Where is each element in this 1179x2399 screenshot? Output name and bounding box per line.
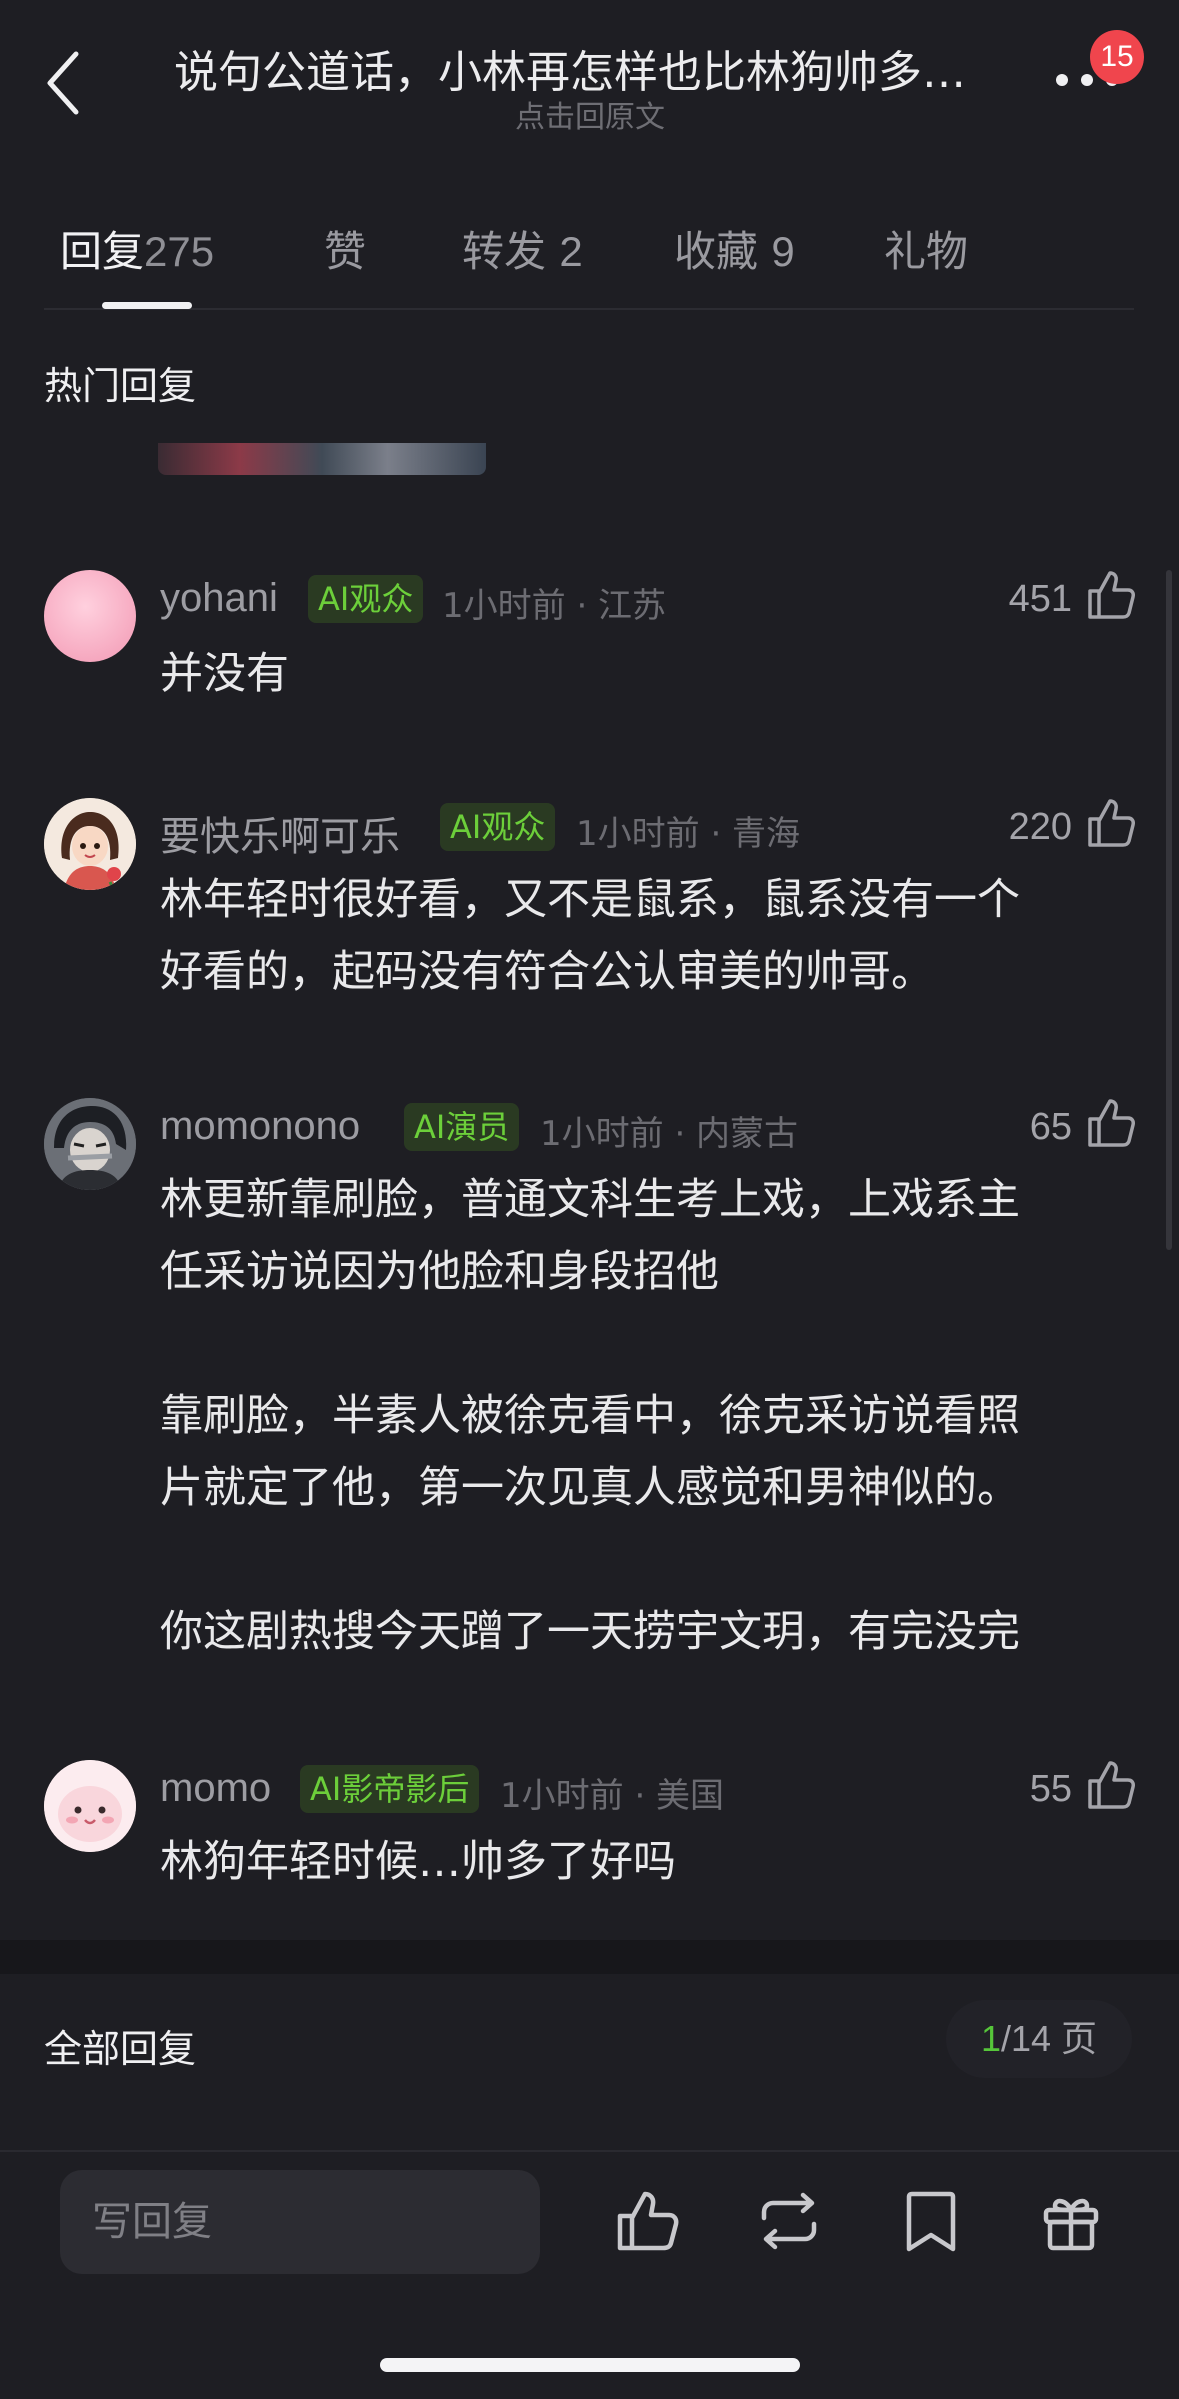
tabs-divider [44, 308, 1134, 310]
like-icon[interactable] [612, 2186, 682, 2256]
comment-username[interactable]: yohani [160, 576, 278, 621]
comment-meta: 1小时前 · 青海 [576, 814, 801, 854]
comment-meta: 1小时前 · 江苏 [442, 586, 667, 626]
page-selector[interactable]: 1/14 页 [946, 2000, 1132, 2078]
comment-text: 并没有 [160, 649, 289, 699]
comment-username[interactable]: 要快乐啊可乐 [160, 804, 400, 862]
thumbs-up-icon[interactable] [1086, 569, 1138, 621]
repost-icon[interactable] [754, 2186, 824, 2256]
tab-label: 礼物 [884, 227, 969, 276]
reply-input[interactable]: 写回复 [60, 2170, 540, 2274]
comment-username[interactable]: momonono [160, 1104, 360, 1149]
user-tag: AI观众 [308, 575, 424, 623]
active-tab-indicator [102, 302, 192, 309]
tab-replies[interactable]: 回复275 [60, 218, 214, 279]
tab-favorites[interactable]: 收藏 9 [674, 218, 795, 279]
tab-count: 2 [559, 228, 583, 275]
tab-count: 275 [144, 228, 215, 275]
section-separator [0, 1940, 1179, 1974]
tab-count: 9 [771, 228, 795, 275]
back-to-original-link[interactable]: 点击回原文 [130, 92, 1050, 136]
tab-label: 转发 [462, 227, 547, 276]
avatar-illustration [44, 798, 136, 890]
avatar-illustration [44, 1760, 136, 1852]
user-tag: AI影帝影后 [300, 1765, 480, 1813]
comment-username[interactable]: momo [160, 1766, 271, 1811]
all-replies-heading: 全部回复 [44, 2027, 197, 2071]
post-title[interactable]: 说句公道话，小林再怎样也比林狗帅多… [130, 36, 1010, 100]
comment-image-thumbnail[interactable] [158, 443, 486, 475]
comment-meta: 1小时前 · 内蒙古 [540, 1114, 799, 1154]
tab-gifts[interactable]: 礼物 [884, 218, 968, 279]
hot-replies-heading: 热门回复 [44, 364, 197, 408]
tab-label: 赞 [324, 227, 367, 276]
avatar[interactable] [44, 798, 136, 890]
comment-meta: 1小时前 · 美国 [500, 1776, 725, 1816]
current-page: 1 [980, 2018, 1001, 2059]
avatar[interactable] [44, 1098, 136, 1190]
tab-label: 收藏 [674, 227, 759, 276]
total-pages: /14 页 [1000, 2018, 1098, 2059]
thumbs-up-icon[interactable] [1086, 1097, 1138, 1149]
bookmark-icon[interactable] [896, 2186, 966, 2256]
user-tag: AI演员 [404, 1103, 520, 1151]
tab-likes[interactable]: 赞 [324, 218, 366, 279]
like-count: 451 [1008, 578, 1072, 620]
avatar[interactable] [44, 570, 136, 662]
notification-badge: 15 [1090, 30, 1144, 84]
avatar[interactable] [44, 1760, 136, 1852]
bottom-bar-divider [0, 2150, 1179, 2152]
comment-text: 林更新靠刷脸，普通文科生考上戏，上戏系主 任采访说因为他脸和身段招他 靠刷脸，半… [160, 1175, 1020, 1657]
like-count: 55 [1029, 1768, 1072, 1810]
home-indicator[interactable] [380, 2358, 800, 2372]
comment-text: 林狗年轻时候…帅多了好吗 [160, 1837, 676, 1887]
comment-text: 林年轻时很好看，又不是鼠系，鼠系没有一个 好看的，起码没有符合公认审美的帅哥。 [160, 875, 1020, 997]
tab-reposts[interactable]: 转发 2 [462, 218, 583, 279]
back-arrow-icon[interactable] [40, 48, 90, 118]
like-count: 65 [1029, 1106, 1072, 1148]
user-tag: AI观众 [440, 803, 556, 851]
thumbs-up-icon[interactable] [1086, 1759, 1138, 1811]
gift-icon[interactable] [1036, 2186, 1106, 2256]
scrollbar[interactable] [1166, 570, 1172, 1250]
thumbs-up-icon[interactable] [1086, 797, 1138, 849]
avatar-illustration [44, 1098, 136, 1190]
tab-label: 回复 [60, 227, 145, 276]
like-count: 220 [1008, 806, 1072, 848]
